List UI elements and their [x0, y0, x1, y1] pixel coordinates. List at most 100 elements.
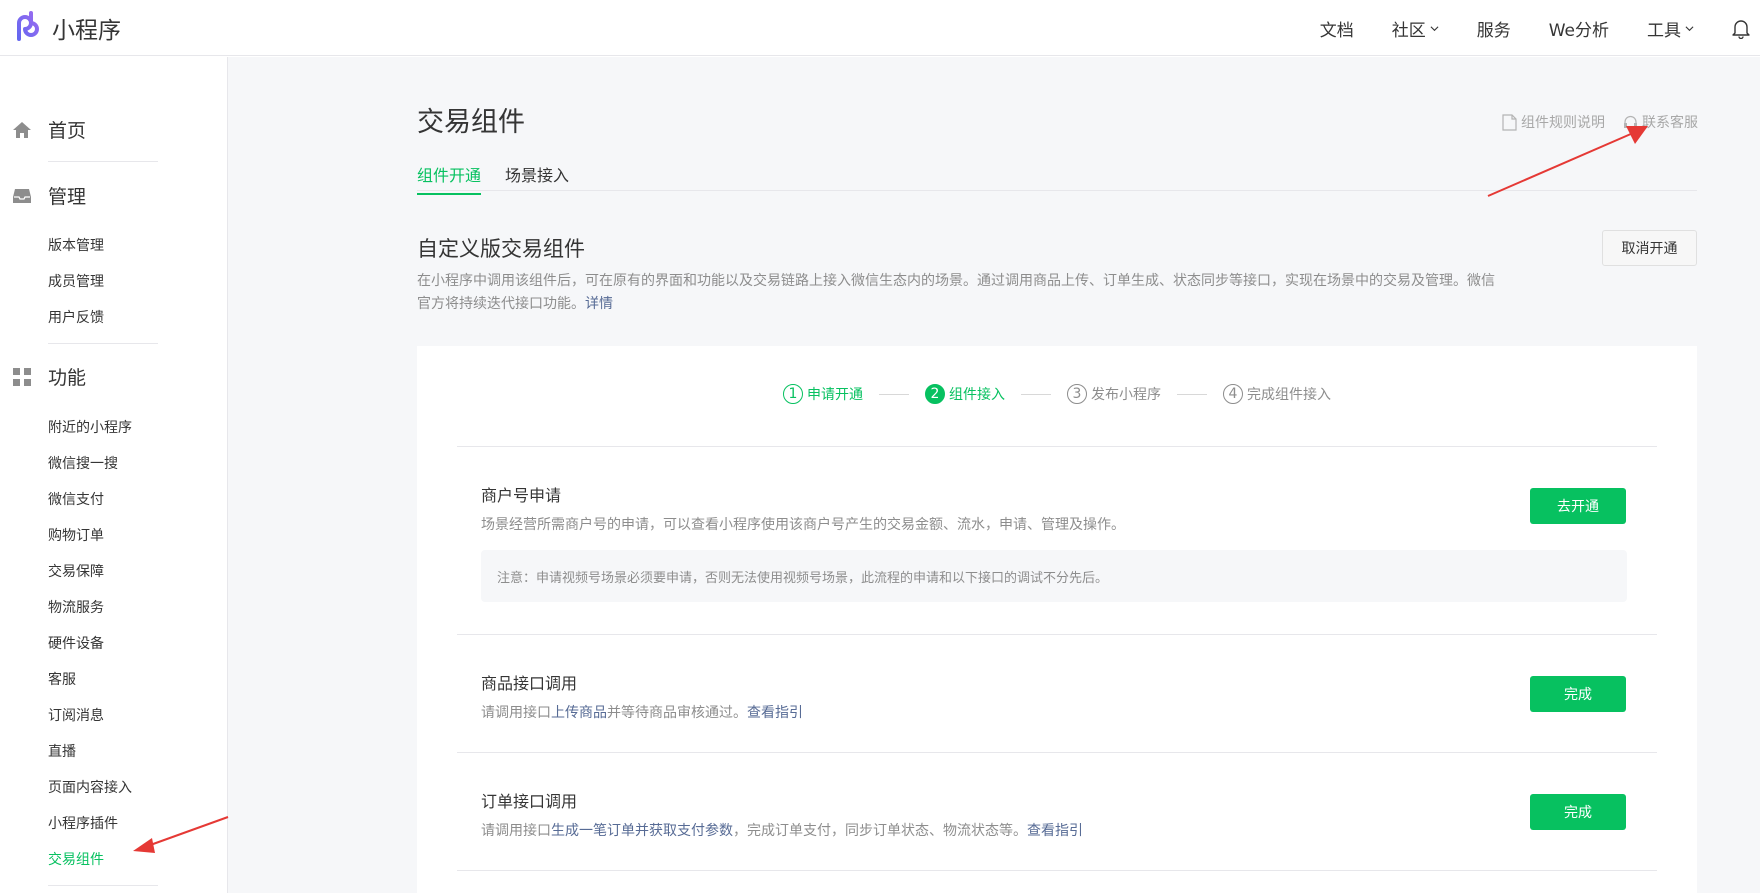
step-label: 组件接入	[949, 387, 1005, 403]
page-title: 交易组件	[417, 107, 525, 138]
section-description: 在小程序中调用该组件后，可在原有的界面和功能以及交易链路上接入微信生态内的场景。…	[417, 270, 1507, 316]
sidebar-group-features[interactable]: 功能	[0, 363, 86, 390]
contact-support-label: 联系客服	[1642, 115, 1698, 131]
miniprogram-logo-icon[interactable]	[10, 9, 44, 43]
step-label: 完成组件接入	[1247, 387, 1331, 403]
document-icon	[1502, 113, 1517, 131]
sidebar-item-search[interactable]: 微信搜一搜	[48, 453, 118, 473]
sidebar-divider	[48, 161, 158, 162]
step-connector	[1021, 393, 1051, 395]
step-2: 2 组件接入	[925, 384, 1005, 404]
sidebar-divider	[48, 343, 158, 344]
brand-title[interactable]: 小程序	[52, 11, 121, 45]
nav-tools-label: 工具	[1647, 20, 1681, 41]
tab-component-activation[interactable]: 组件开通	[417, 162, 482, 195]
upload-product-link[interactable]: 上传商品	[551, 705, 607, 721]
sidebar-group-home[interactable]: 首页	[0, 116, 86, 143]
contact-support-link[interactable]: 联系客服	[1623, 112, 1698, 132]
row-divider	[457, 446, 1657, 447]
row-divider	[457, 870, 1657, 871]
sidebar-item-customer-service[interactable]: 客服	[48, 669, 76, 689]
sidebar-item-version[interactable]: 版本管理	[48, 235, 104, 255]
rules-link[interactable]: 组件规则说明	[1502, 112, 1605, 132]
home-icon	[13, 121, 31, 138]
section-description-text: 在小程序中调用该组件后，可在原有的界面和功能以及交易链路上接入微信生态内的场景。…	[417, 273, 1495, 312]
tab-bar: 组件开通 场景接入	[417, 162, 1697, 195]
section-title: 自定义版交易组件	[417, 237, 585, 261]
grid-icon	[13, 367, 31, 386]
row-divider	[457, 634, 1657, 635]
product-api-desc-text: 请调用接口	[481, 705, 551, 721]
cancel-activation-button[interactable]: 取消开通	[1602, 230, 1697, 266]
sidebar-divider	[48, 885, 158, 886]
order-done-button[interactable]: 完成	[1530, 794, 1626, 830]
product-api-desc: 请调用接口上传商品并等待商品审核通过。查看指引	[481, 702, 803, 722]
top-nav: 文档 社区 服务 We分析 工具	[1282, 0, 1760, 56]
row-divider	[457, 752, 1657, 753]
product-done-button[interactable]: 完成	[1530, 676, 1626, 712]
nav-services-label: 服务	[1476, 20, 1511, 41]
nav-we-analysis[interactable]: We分析	[1549, 16, 1609, 41]
create-order-link[interactable]: 生成一笔订单并获取支付参数	[551, 823, 733, 839]
step-connector	[879, 393, 909, 395]
nav-community[interactable]: 社区	[1392, 16, 1439, 41]
step-number: 3	[1067, 384, 1087, 404]
step-3: 3 发布小程序	[1067, 384, 1161, 404]
merchant-apply-title: 商户号申请	[481, 486, 562, 505]
order-api-desc-text: ，完成订单支付，同步订单状态、物流状态等。	[733, 823, 1027, 839]
top-header: 小程序 文档 社区 服务 We分析 工具	[0, 0, 1760, 56]
step-number: 4	[1223, 384, 1243, 404]
sidebar-group-home-label: 首页	[48, 120, 87, 142]
inbox-icon	[13, 188, 31, 203]
step-label: 发布小程序	[1091, 387, 1161, 403]
sidebar-item-trade-component[interactable]: 交易组件	[48, 849, 104, 869]
sidebar-item-plugins[interactable]: 小程序插件	[48, 813, 118, 833]
nav-tools[interactable]: 工具	[1647, 16, 1694, 41]
go-activate-button[interactable]: 去开通	[1530, 488, 1626, 524]
sidebar-group-features-label: 功能	[48, 367, 87, 389]
sidebar-item-live[interactable]: 直播	[48, 741, 76, 761]
chevron-down-icon	[1685, 25, 1694, 31]
tab-scene-access[interactable]: 场景接入	[505, 162, 569, 193]
rules-link-label: 组件规则说明	[1521, 115, 1605, 131]
product-api-title: 商品接口调用	[481, 674, 578, 693]
product-guide-link[interactable]: 查看指引	[747, 705, 803, 721]
order-api-title: 订单接口调用	[481, 792, 578, 811]
order-api-desc-text: 请调用接口	[481, 823, 551, 839]
sidebar-item-members[interactable]: 成员管理	[48, 271, 104, 291]
chevron-down-icon	[1430, 25, 1439, 31]
steps-card: 1 申请开通 2 组件接入 3 发布小程序 4 完成组件接入 商户号申请 场景经…	[417, 346, 1697, 893]
sidebar-item-subscribe[interactable]: 订阅消息	[48, 705, 104, 725]
bell-icon[interactable]	[1730, 17, 1752, 39]
headset-icon	[1624, 115, 1637, 131]
sidebar-group-manage[interactable]: 管理	[0, 182, 86, 209]
sidebar-item-logistics[interactable]: 物流服务	[48, 597, 104, 617]
progress-steps: 1 申请开通 2 组件接入 3 发布小程序 4 完成组件接入	[417, 384, 1697, 404]
notice-box: 注意：申请视频号场景必须要申请，否则无法使用视频号场景，此流程的申请和以下接口的…	[481, 550, 1627, 602]
nav-docs[interactable]: 文档	[1320, 16, 1354, 41]
sidebar-item-hardware[interactable]: 硬件设备	[48, 633, 104, 653]
step-number: 1	[783, 384, 803, 404]
top-links: 组件规则说明 联系客服	[1502, 112, 1698, 132]
step-connector	[1177, 393, 1207, 395]
nav-we-analysis-label: We分析	[1548, 20, 1609, 41]
sidebar-item-nearby[interactable]: 附近的小程序	[48, 417, 132, 437]
sidebar-item-pay[interactable]: 微信支付	[48, 489, 104, 509]
details-link[interactable]: 详情	[585, 296, 613, 312]
step-1: 1 申请开通	[783, 384, 863, 404]
sidebar-item-feedback[interactable]: 用户反馈	[48, 307, 104, 327]
step-label: 申请开通	[807, 387, 863, 403]
sidebar-item-page-content[interactable]: 页面内容接入	[48, 777, 132, 797]
order-guide-link[interactable]: 查看指引	[1027, 823, 1083, 839]
nav-docs-label: 文档	[1319, 20, 1354, 41]
sidebar-item-orders[interactable]: 购物订单	[48, 525, 104, 545]
order-api-desc: 请调用接口生成一笔订单并获取支付参数，完成订单支付，同步订单状态、物流状态等。查…	[481, 820, 1083, 840]
step-4: 4 完成组件接入	[1223, 384, 1331, 404]
sidebar-item-guarantee[interactable]: 交易保障	[48, 561, 104, 581]
sidebar: 首页 管理 版本管理 成员管理 用户反馈 功能 附近的小程序 微信搜一搜 微信支…	[0, 57, 228, 893]
step-number: 2	[925, 384, 945, 404]
sidebar-group-manage-label: 管理	[48, 186, 87, 208]
nav-services[interactable]: 服务	[1477, 16, 1511, 41]
merchant-apply-desc: 场景经营所需商户号的申请，可以查看小程序使用该商户号产生的交易金额、流水，申请、…	[481, 517, 1125, 533]
nav-community-label: 社区	[1391, 20, 1426, 41]
